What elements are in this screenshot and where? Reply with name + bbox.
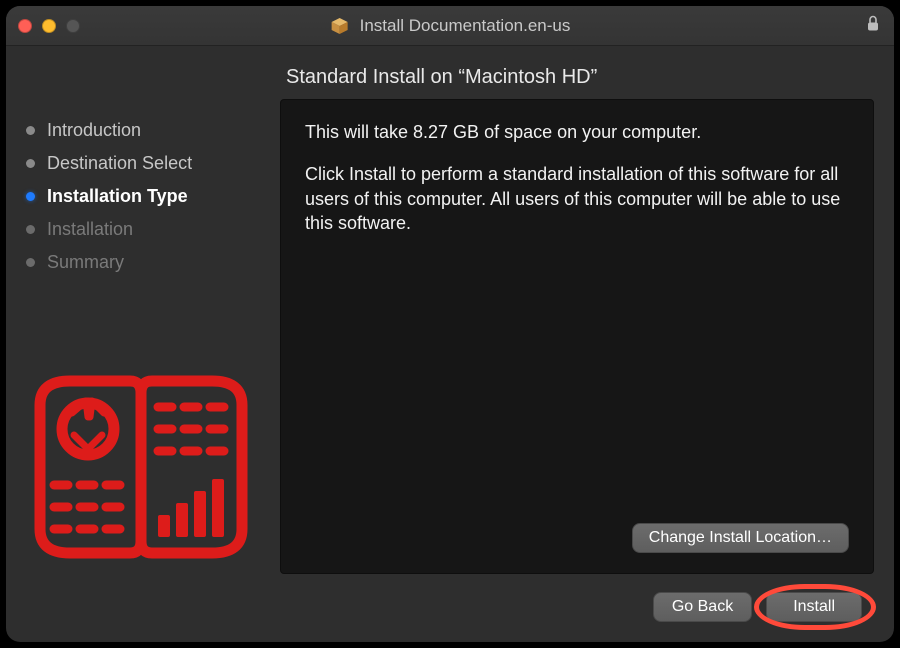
step-bullet-icon	[26, 126, 35, 135]
title-bar: Install Documentation.en-us	[6, 6, 894, 46]
step-bullet-icon	[26, 258, 35, 267]
disk-space-text: This will take 8.27 GB of space on your …	[305, 120, 849, 144]
package-icon	[330, 16, 350, 36]
step-label: Summary	[47, 252, 124, 273]
step-summary: Summary	[26, 252, 266, 273]
step-destination-select: Destination Select	[26, 153, 266, 174]
footer-buttons: Go Back Install	[26, 586, 874, 624]
step-introduction: Introduction	[26, 120, 266, 141]
step-label: Installation	[47, 219, 133, 240]
go-back-button[interactable]: Go Back	[653, 592, 752, 622]
window-title: Install Documentation.en-us	[330, 16, 571, 36]
step-installation-type: Installation Type	[26, 186, 266, 207]
step-bullet-icon	[26, 192, 35, 201]
install-steps-sidebar: Introduction Destination Select Installa…	[26, 64, 266, 574]
minimize-window-button[interactable]	[42, 19, 56, 33]
step-bullet-icon	[26, 225, 35, 234]
documentation-book-icon	[26, 365, 266, 574]
lock-icon[interactable]	[866, 14, 880, 37]
step-label: Installation Type	[47, 186, 188, 207]
zoom-window-button[interactable]	[66, 19, 80, 33]
content-heading: Standard Install on “Macintosh HD”	[286, 66, 874, 89]
step-installation: Installation	[26, 219, 266, 240]
main-content: Standard Install on “Macintosh HD” This …	[280, 64, 874, 574]
step-label: Introduction	[47, 120, 141, 141]
change-install-location-button[interactable]: Change Install Location…	[632, 523, 849, 553]
step-label: Destination Select	[47, 153, 192, 174]
window-title-text: Install Documentation.en-us	[360, 16, 571, 36]
content-box: This will take 8.27 GB of space on your …	[280, 99, 874, 574]
step-bullet-icon	[26, 159, 35, 168]
install-button-highlight: Install	[766, 592, 862, 622]
install-button[interactable]: Install	[766, 592, 862, 622]
installer-window: Install Documentation.en-us Introduction	[6, 6, 894, 642]
install-description: Click Install to perform a standard inst…	[305, 162, 849, 235]
content-text: This will take 8.27 GB of space on your …	[305, 120, 849, 253]
window-controls	[18, 19, 80, 33]
close-window-button[interactable]	[18, 19, 32, 33]
